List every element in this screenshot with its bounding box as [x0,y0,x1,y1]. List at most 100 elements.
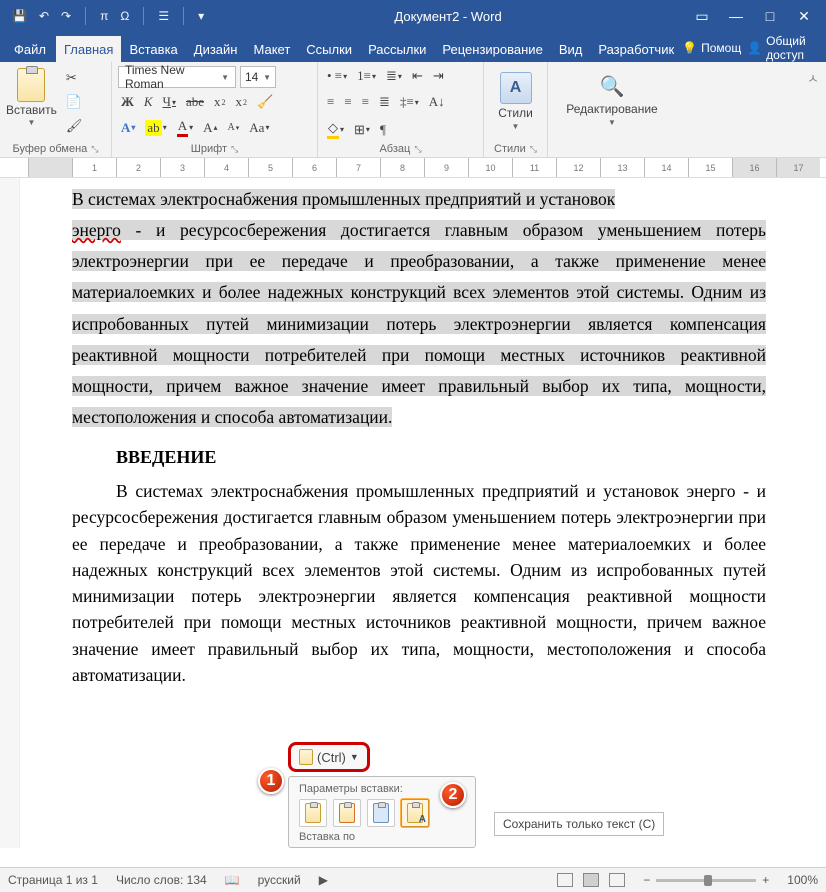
tab-layout[interactable]: Макет [245,36,298,62]
horizontal-ruler[interactable]: 1 2 3 4 5 6 7 8 9 10 11 12 13 14 15 16 1… [0,158,826,178]
shrink-font-button[interactable]: A▾ [225,120,243,135]
line-spacing-button[interactable]: ‡≡▾ [397,92,422,112]
copy-icon[interactable]: 📄 [63,92,86,112]
strikethrough-button[interactable]: abe [183,92,207,112]
zoom-out-icon[interactable]: − [643,873,650,887]
language-indicator[interactable]: русский [258,873,301,887]
styles-button[interactable]: A Стили ▼ [490,72,541,131]
clipboard-icon [17,68,45,102]
window-title: Документ2 - Word [212,9,684,24]
numbering-button[interactable]: 1≡▾ [354,66,379,86]
multilevel-button[interactable]: ≣▾ [383,66,405,86]
font-size-dropdown[interactable]: 14▼ [240,66,276,88]
macro-icon[interactable]: ▶ [319,873,328,887]
zoom-level[interactable]: 100% [787,873,818,887]
tab-view[interactable]: Вид [551,36,591,62]
styles-icon: A [500,72,532,104]
tab-file[interactable]: Файл [4,36,56,62]
highlight-button[interactable]: ab ▾ [142,118,169,138]
tab-references[interactable]: Ссылки [298,36,360,62]
qat-menu-icon[interactable]: ▾ [198,9,204,23]
document-area[interactable]: В системах электроснабжения промышленных… [0,178,826,848]
align-left-button[interactable]: ≡ [324,92,337,112]
ribbon: Вставить ▼ ✂ 📄 🖌 Буфер обмена⤡ Times New… [0,62,826,158]
paste-keep-source-button[interactable] [299,799,327,827]
font-name-dropdown[interactable]: Times New Roman▼ [118,66,236,88]
view-web-icon[interactable] [609,873,625,887]
bold-button[interactable]: Ж [118,92,137,112]
redo-icon[interactable]: ↷ [61,9,71,23]
format-painter-icon[interactable]: 🖌 [63,116,86,136]
underline-button[interactable]: Ч ▾ [160,92,179,112]
align-right-button[interactable]: ≡ [359,92,372,112]
callout-1: 1 [258,768,284,794]
tab-insert[interactable]: Вставка [121,36,185,62]
paste-options-ctrl-button[interactable]: (Ctrl) ▼ [288,742,370,772]
page-indicator[interactable]: Страница 1 из 1 [8,873,98,887]
close-icon[interactable]: ✕ [796,8,812,25]
superscript-button[interactable]: x2 [233,92,251,112]
tab-review[interactable]: Рецензирование [434,36,550,62]
tab-developer[interactable]: Разработчик [590,36,682,62]
tab-home[interactable]: Главная [56,36,121,62]
statusbar: Страница 1 из 1 Число слов: 134 📖 русски… [0,867,826,892]
justify-button[interactable]: ≣ [376,92,393,112]
pi-icon[interactable]: π [100,9,108,23]
chevron-down-icon[interactable]: ▼ [27,118,35,127]
align-center-button[interactable]: ≡ [341,92,354,112]
subscript-button[interactable]: x2 [211,92,229,112]
search-icon: 🔍 [598,72,626,100]
bullets-button[interactable]: • ≡▾ [324,66,350,86]
spellcheck-icon[interactable]: 📖 [225,873,240,887]
cut-icon[interactable]: ✂ [63,68,86,88]
zoom-in-icon[interactable]: + [762,873,769,887]
view-read-icon[interactable] [557,873,573,887]
ribbon-options-icon[interactable]: ▭ [694,8,710,25]
tab-mailings[interactable]: Рассылки [360,36,434,62]
titlebar: 💾 ↶ ↷ π Ω ☰ ▾ Документ2 - Word ▭ — □ ✕ [0,0,826,32]
paste-tooltip: Сохранить только текст (С) [494,812,664,836]
clear-format-button[interactable]: 🧹 [254,92,276,112]
list-icon[interactable]: ☰ [158,9,169,23]
zoom-slider[interactable]: − + [643,873,769,887]
vertical-ruler[interactable] [0,178,20,848]
grow-font-button[interactable]: A▴ [200,118,220,138]
group-clipboard-label: Буфер обмена⤡ [6,141,105,155]
save-icon[interactable]: 💾 [12,9,27,23]
share-button[interactable]: 👤 Общий доступ [747,34,816,62]
clipboard-icon [299,749,313,765]
editing-button[interactable]: 🔍 Редактирование ▼ [554,72,670,127]
group-font-label: Шрифт⤡ [118,141,311,155]
collapse-ribbon-icon[interactable]: ㅅ [804,66,822,89]
tab-design[interactable]: Дизайн [186,36,246,62]
change-case-button[interactable]: Aa ▾ [246,118,272,138]
decrease-indent-button[interactable]: ⇤ [409,66,426,86]
maximize-icon[interactable]: □ [762,8,778,25]
word-count[interactable]: Число слов: 134 [116,873,207,887]
borders-button[interactable]: ⊞▾ [351,120,373,140]
group-styles-label: Стили⤡ [490,141,541,155]
shading-button[interactable]: ◇▾ [324,118,347,141]
chevron-down-icon[interactable]: ▼ [608,118,616,127]
heading-intro: ВВЕДЕНИЕ [28,447,814,468]
ribbon-tabs: Файл Главная Вставка Дизайн Макет Ссылки… [0,32,826,62]
font-color-button[interactable]: А ▾ [174,116,196,139]
italic-button[interactable]: К [141,92,156,112]
undo-icon[interactable]: ↶ [39,9,49,23]
paste-picture-button[interactable] [367,799,395,827]
callout-2: 2 [440,782,466,808]
sort-button[interactable]: A↓ [426,92,448,112]
tell-me[interactable]: 💡 Помощ [682,41,741,55]
paragraph-1: В системах электроснабжения промышленных… [28,184,814,433]
increase-indent-button[interactable]: ⇥ [430,66,447,86]
view-print-icon[interactable] [583,873,599,887]
paste-button[interactable]: Вставить ▼ [6,68,57,127]
paste-text-only-button[interactable]: A [401,799,429,827]
show-marks-button[interactable]: ¶ [377,120,389,140]
omega-icon[interactable]: Ω [120,9,129,23]
paste-merge-formatting-button[interactable] [333,799,361,827]
paragraph-2: В системах электроснабжения промышленных… [28,478,814,688]
text-effects-button[interactable]: A ▾ [118,118,138,138]
chevron-down-icon[interactable]: ▼ [512,122,520,131]
minimize-icon[interactable]: — [728,8,744,25]
